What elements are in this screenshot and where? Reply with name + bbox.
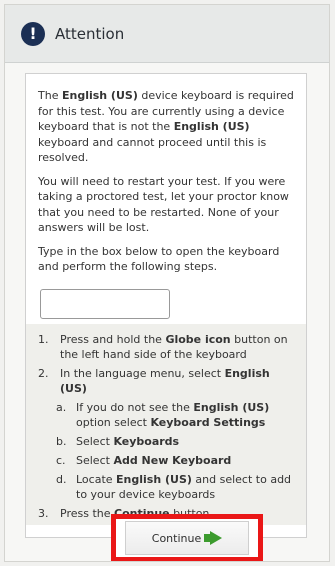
p1-keyboard-name-1: English (US)	[61, 89, 138, 102]
step-2a-text-2: English (US)	[193, 401, 270, 414]
dialog-header: ! Attention	[5, 5, 329, 63]
step-2d-text: Locate English (US) and select to add to…	[76, 472, 296, 502]
message-body: The English (US) device keyboard is requ…	[26, 74, 306, 319]
step-2a: a. If you do not see the English (US) op…	[56, 400, 296, 430]
step-2b-letter: b.	[56, 435, 67, 448]
step-2c-text-2: Add New Keyboard	[113, 454, 232, 467]
step-1-text-2: Globe icon	[165, 333, 231, 346]
step-2-number: 2.	[38, 367, 49, 380]
message-paragraph-2: You will need to restart your test. If y…	[38, 174, 289, 235]
step-2c: c. Select Add New Keyboard	[56, 453, 296, 468]
message-paragraph-3: Type in the box below to open the keyboa…	[38, 244, 280, 274]
continue-highlight: Continue	[111, 514, 263, 561]
step-2d-text-1: Locate	[76, 473, 117, 486]
continue-label: Continue	[151, 531, 202, 545]
step-2b-text-2: Keyboards	[113, 435, 180, 448]
dialog-title: Attention	[55, 24, 125, 43]
message-panel: The English (US) device keyboard is requ…	[25, 73, 307, 538]
p1-part-3: keyboard and cannot proceed until this i…	[38, 135, 267, 165]
attention-dialog: ! Attention The English (US) device keyb…	[4, 4, 330, 562]
step-2c-letter: c.	[56, 454, 66, 467]
step-2b-text-1: Select	[76, 435, 114, 448]
step-2-text-1: In the language menu, select	[60, 367, 225, 380]
step-2d-letter: d.	[56, 473, 67, 486]
step-2d-text-2: English (US)	[116, 473, 192, 486]
step-3-number: 3.	[38, 507, 49, 520]
step-2d: d. Locate English (US) and select to add…	[56, 472, 296, 502]
step-2a-text: If you do not see the English (US) optio…	[76, 400, 296, 430]
step-1-number: 1.	[38, 333, 49, 346]
p1-keyboard-name-2: English (US)	[173, 120, 250, 133]
keyboard-input[interactable]	[40, 288, 170, 319]
step-3-text-1: Press the	[60, 507, 114, 520]
step-2a-text-3: option select	[76, 416, 151, 429]
step-2c-text-1: Select	[76, 454, 114, 467]
arrow-right-icon	[204, 531, 223, 545]
step-1: 1. Press and hold the Globe icon button …	[38, 332, 296, 362]
step-2a-text-4: Keyboard Settings	[150, 416, 266, 429]
step-1-text-1: Press and hold the	[60, 333, 166, 346]
alert-icon: !	[21, 21, 45, 46]
step-2a-letter: a.	[56, 401, 67, 414]
p1-part-1: The	[38, 89, 62, 102]
step-2: 2. In the language menu, select English …	[38, 366, 296, 396]
continue-button[interactable]: Continue	[125, 521, 249, 555]
step-2c-text: Select Add New Keyboard	[76, 453, 231, 468]
step-2b-text: Select Keyboards	[76, 434, 179, 449]
instructions-list: 1. Press and hold the Globe icon button …	[26, 324, 306, 525]
step-1-text: Press and hold the Globe icon button on …	[60, 332, 296, 362]
step-2a-text-1: If you do not see the	[76, 401, 194, 414]
step-2-text: In the language menu, select English (US…	[60, 366, 296, 396]
message-paragraph-1: The English (US) device keyboard is requ…	[38, 88, 296, 166]
step-2b: b. Select Keyboards	[56, 434, 296, 449]
